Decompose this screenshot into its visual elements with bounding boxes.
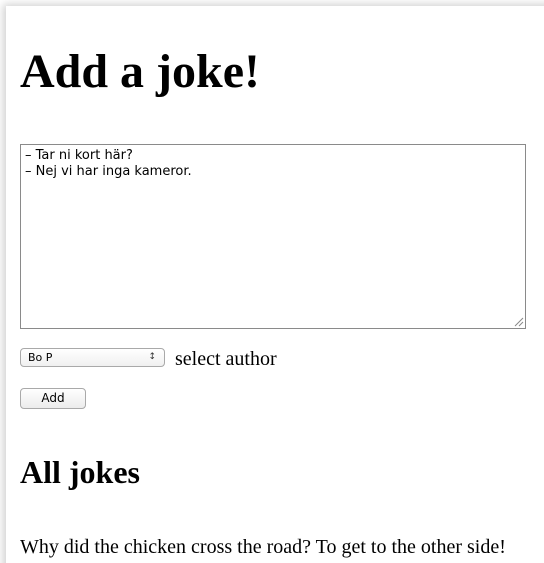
page-title: Add a joke! (20, 45, 261, 98)
author-select[interactable]: Bo P ↕ (20, 348, 165, 367)
joke-list-item: Why did the chicken cross the road? To g… (20, 536, 506, 558)
add-button[interactable]: Add (20, 388, 86, 409)
jokes-heading: All jokes (20, 454, 140, 490)
joke-textarea[interactable]: – Tar ni kort här? – Nej vi har inga kam… (20, 144, 526, 329)
resize-grip-icon[interactable] (514, 317, 524, 327)
author-select-value: Bo P (28, 351, 53, 364)
author-select-label: select author (175, 348, 277, 370)
select-arrows-icon: ↕ (148, 352, 156, 362)
